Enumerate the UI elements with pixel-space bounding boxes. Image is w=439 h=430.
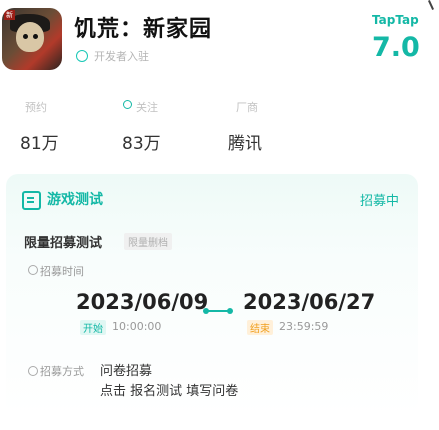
publisher-link[interactable]: 开发者入驻 [94, 48, 149, 64]
brand-label: TapTap [372, 13, 419, 27]
stat-label-reservations: 预约 [25, 101, 47, 114]
app-icon: 新 [2, 8, 62, 70]
follow-icon [123, 100, 132, 109]
end-time: 23:59:59 [279, 320, 329, 333]
app-icon-eye [23, 34, 28, 39]
arrow-connector-icon [203, 306, 235, 316]
stat-value-follows[interactable]: 83万 [122, 129, 161, 154]
app-icon-eye [33, 34, 38, 39]
stat-label-follows: 关注 [136, 101, 158, 114]
corner-mark [427, 0, 435, 10]
recruit-icon [28, 366, 38, 376]
start-date: 2023/06/09 [76, 290, 209, 314]
recruit-hint[interactable]: 点击 报名测试 填写问卷 [100, 380, 238, 399]
app-icon-tag: 新 [4, 10, 15, 20]
verified-icon [76, 50, 88, 62]
recruit-method: 问卷招募 [100, 364, 153, 379]
start-tag: 开始 [80, 320, 106, 335]
end-date: 2023/06/27 [243, 290, 376, 314]
recruit-label: 招募方式 [40, 365, 84, 378]
app-icon-face [16, 22, 44, 52]
clock-icon [28, 265, 38, 275]
stat-label-vendor: 厂商 [236, 101, 258, 114]
start-time: 10:00:00 [112, 320, 162, 333]
end-tag: 结束 [247, 320, 273, 335]
stat-value-vendor[interactable]: 腾讯 [228, 129, 262, 154]
time-label: 招募时间 [40, 265, 84, 278]
test-list-icon [22, 191, 41, 210]
app-title: 饥荒：新家园 [74, 17, 213, 42]
rating-score[interactable]: 7.0 [372, 32, 420, 63]
section-title: 游戏测试 [47, 192, 103, 208]
test-badge: 限量删档 [124, 233, 172, 250]
stat-value-reservations: 81万 [20, 134, 59, 154]
recruit-status[interactable]: 招募中 [360, 190, 399, 209]
test-name: 限量招募测试 [24, 236, 103, 251]
